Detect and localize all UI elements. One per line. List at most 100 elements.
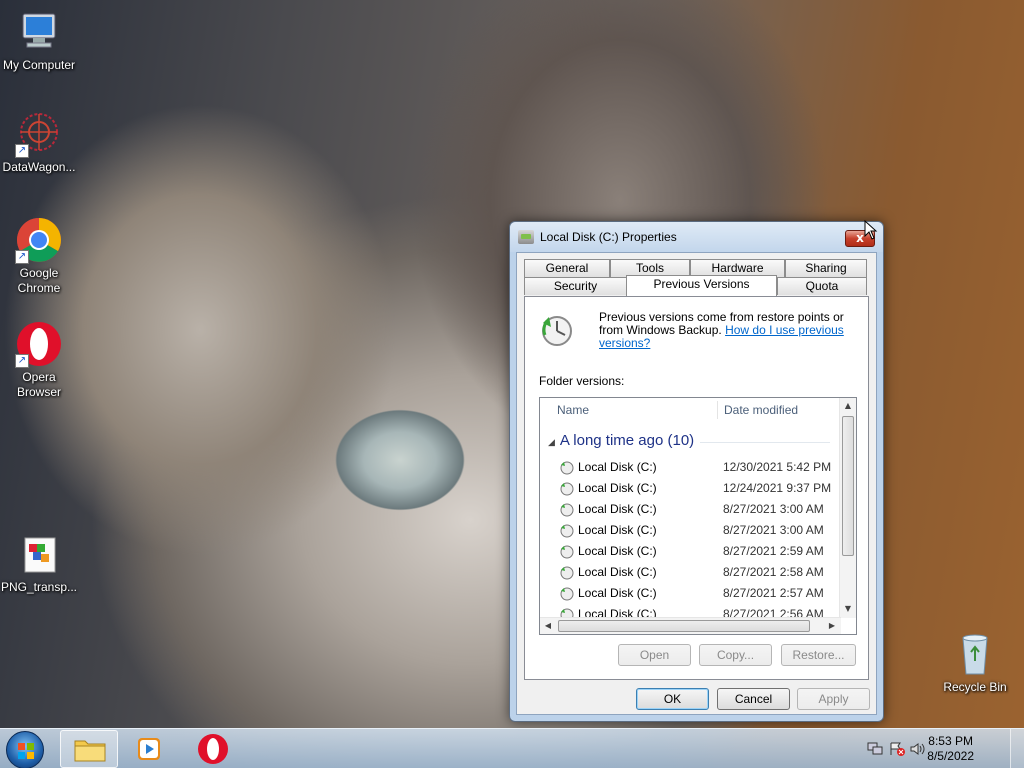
scroll-down-icon[interactable]: ▼	[840, 604, 856, 613]
desktop-icon-label: DataWagon...	[2, 160, 76, 174]
taskbar: 8:53 PM 8/5/2022	[0, 728, 1024, 768]
taskbar-explorer[interactable]	[60, 730, 118, 768]
restore-point-icon	[560, 503, 574, 517]
ok-button[interactable]: OK	[636, 688, 709, 710]
media-player-icon	[138, 738, 160, 760]
folder-icon	[74, 740, 106, 762]
tab-general[interactable]: General	[524, 259, 610, 277]
row-name: Local Disk (C:)	[578, 460, 657, 474]
group-divider	[700, 442, 830, 443]
column-header-name[interactable]: Name	[557, 398, 717, 422]
notification-area: 8:53 PM 8/5/2022	[859, 729, 1024, 768]
collapse-arrow-icon[interactable]: ◢	[548, 437, 555, 447]
desktop-icon-recycle-bin[interactable]: Recycle Bin	[936, 630, 1014, 695]
chrome-icon: ↗	[15, 216, 63, 264]
row-name: Local Disk (C:)	[578, 502, 657, 516]
row-name: Local Disk (C:)	[578, 481, 657, 495]
opera-icon: ↗	[15, 320, 63, 368]
tab-quota[interactable]: Quota	[777, 277, 867, 295]
open-button[interactable]: Open	[618, 644, 691, 666]
scroll-right-icon[interactable]: ▶	[824, 621, 840, 630]
tab-security[interactable]: Security	[524, 277, 627, 295]
desktop-icon-label: Recycle Bin	[943, 680, 1007, 694]
row-date: 12/24/2021 9:37 PM	[723, 481, 832, 495]
desktop-icon-png-transparent[interactable]: PNG_transp...	[0, 530, 78, 595]
taskbar-opera[interactable]	[184, 730, 242, 768]
clock[interactable]: 8:53 PM 8/5/2022	[927, 734, 974, 764]
network-icon[interactable]	[867, 742, 883, 756]
previous-versions-icon	[539, 313, 573, 347]
image-file-icon	[15, 530, 63, 578]
list-item[interactable]: Local Disk (C:) 8/27/2021 2:58 AM	[560, 562, 840, 583]
group-header[interactable]: ◢ A long time ago (10)	[548, 432, 694, 449]
restore-point-icon	[560, 545, 574, 559]
desktop-icon-label: Google Chrome	[17, 266, 61, 295]
previous-versions-panel: Previous versions come from restore poin…	[524, 296, 869, 680]
list-item[interactable]: Local Disk (C:) 8/27/2021 3:00 AM	[560, 499, 840, 520]
datawagon-icon: ↗	[15, 110, 63, 158]
show-desktop-button[interactable]	[1010, 729, 1024, 768]
row-date: 12/30/2021 5:42 PM	[723, 460, 832, 474]
row-date: 8/27/2021 2:59 AM	[723, 544, 824, 558]
row-date: 8/27/2021 3:00 AM	[723, 523, 824, 537]
vertical-scroll-thumb[interactable]	[842, 416, 854, 556]
row-name: Local Disk (C:)	[578, 544, 657, 558]
list-item[interactable]: Local Disk (C:) 8/27/2021 2:57 AM	[560, 583, 840, 604]
row-name: Local Disk (C:)	[578, 586, 657, 600]
row-name: Local Disk (C:)	[578, 565, 657, 579]
desktop-icon-label: PNG_transp...	[0, 580, 78, 594]
vertical-scrollbar[interactable]: ▲ ▼	[839, 398, 856, 618]
column-header-date-modified[interactable]: Date modified	[724, 398, 834, 422]
window-titlebar[interactable]: Local Disk (C:) Properties	[510, 222, 883, 252]
opera-icon	[198, 734, 228, 764]
restore-point-icon	[560, 461, 574, 475]
scroll-left-icon[interactable]: ◀	[540, 621, 556, 630]
list-item[interactable]: Local Disk (C:) 8/27/2021 3:00 AM	[560, 520, 840, 541]
desktop-icon-datawagon[interactable]: ↗ DataWagon...	[0, 110, 78, 175]
computer-icon	[15, 8, 63, 56]
restore-point-icon	[560, 524, 574, 538]
row-date: 8/27/2021 3:00 AM	[723, 502, 824, 516]
info-text: Previous versions come from restore poin…	[599, 311, 861, 350]
desktop-icon-google-chrome[interactable]: ↗ Google Chrome	[0, 216, 78, 296]
desktop-icon-opera-browser[interactable]: ↗ Opera Browser	[0, 320, 78, 400]
clock-date: 8/5/2022	[927, 749, 974, 763]
list-item[interactable]: Local Disk (C:) 8/27/2021 2:59 AM	[560, 541, 840, 562]
restore-point-icon	[560, 482, 574, 496]
row-name: Local Disk (C:)	[578, 523, 657, 537]
action-center-flag-icon[interactable]	[889, 742, 905, 756]
folder-versions-label: Folder versions:	[539, 374, 625, 388]
restore-button[interactable]: Restore...	[781, 644, 856, 666]
volume-icon[interactable]	[909, 742, 925, 756]
dialog-client: General Tools Hardware Sharing Security …	[516, 252, 877, 715]
row-date: 8/27/2021 2:58 AM	[723, 565, 824, 579]
start-button[interactable]	[6, 731, 44, 768]
window-title: Local Disk (C:) Properties	[540, 230, 677, 244]
copy-button[interactable]: Copy...	[699, 644, 772, 666]
row-date: 8/27/2021 2:57 AM	[723, 586, 824, 600]
taskbar-media-player[interactable]	[120, 730, 178, 768]
tab-sharing[interactable]: Sharing	[785, 259, 867, 277]
properties-window: Local Disk (C:) Properties x General Too…	[509, 221, 884, 722]
cancel-button[interactable]: Cancel	[717, 688, 790, 710]
shortcut-arrow-icon: ↗	[15, 144, 29, 158]
list-item[interactable]: Local Disk (C:) 12/24/2021 9:37 PM	[560, 478, 840, 499]
shortcut-arrow-icon: ↗	[15, 250, 29, 264]
horizontal-scroll-thumb[interactable]	[558, 620, 810, 632]
drive-icon	[518, 230, 534, 244]
windows-logo-icon	[18, 743, 34, 759]
tab-previous-versions[interactable]: Previous Versions	[626, 275, 777, 296]
apply-button[interactable]: Apply	[797, 688, 870, 710]
clock-time: 8:53 PM	[928, 734, 973, 748]
horizontal-scrollbar[interactable]: ◀ ▶	[540, 617, 841, 634]
restore-point-icon	[560, 587, 574, 601]
list-item[interactable]: Local Disk (C:) 12/30/2021 5:42 PM	[560, 457, 840, 478]
column-separator[interactable]	[717, 401, 718, 419]
desktop-icon-label: Opera Browser	[16, 370, 61, 399]
restore-point-icon	[560, 566, 574, 580]
scroll-up-icon[interactable]: ▲	[840, 401, 856, 410]
group-label: A long time ago (10)	[559, 432, 695, 449]
recycle-bin-icon	[951, 630, 999, 678]
desktop-icon-my-computer[interactable]: My Computer	[0, 8, 78, 73]
folder-versions-list[interactable]: Name Date modified ◢ A long time ago (10)…	[539, 397, 857, 635]
